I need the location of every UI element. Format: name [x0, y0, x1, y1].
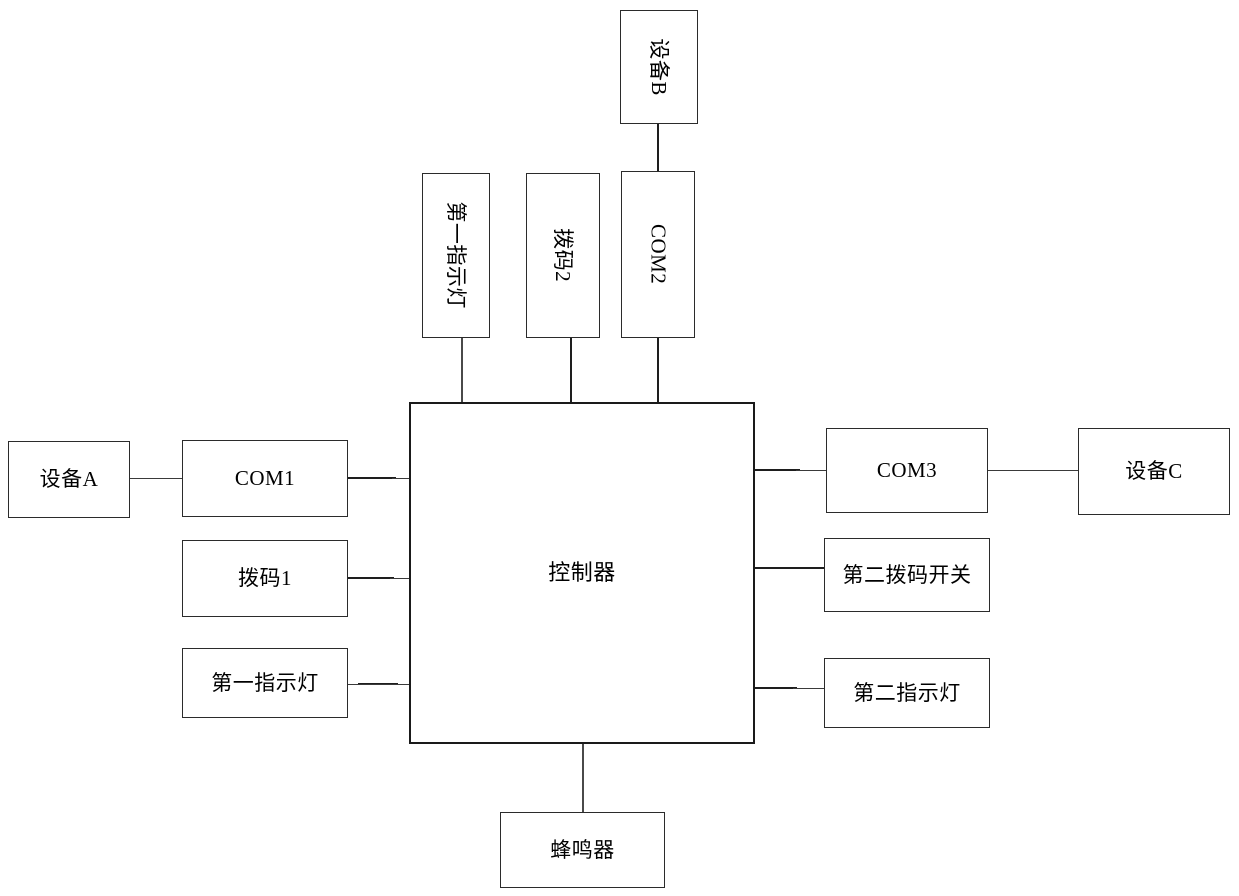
edge-controller-to-com3 — [755, 469, 800, 471]
node-device-b-label: 设备B — [647, 38, 672, 96]
node-dip-switch2[interactable]: 第二拨码开关 — [824, 538, 990, 612]
node-com2-label: COM2 — [646, 224, 671, 285]
edge-controller-to-indicator2 — [755, 687, 797, 689]
node-controller[interactable]: 控制器 — [409, 402, 755, 744]
edge-com1-to-controller — [348, 477, 396, 479]
node-dip1[interactable]: 拨码1 — [182, 540, 348, 617]
node-device-c-label: 设备C — [1125, 459, 1183, 484]
edge-dip1-to-controller — [348, 577, 394, 579]
node-dip-switch2-label: 第二拨码开关 — [842, 562, 972, 587]
node-indicator1-left-label: 第一指示灯 — [211, 670, 319, 695]
node-controller-label: 控制器 — [548, 560, 616, 586]
node-dip2[interactable]: 拨码2 — [526, 173, 600, 338]
edge-indicator1-top-to-controller — [461, 338, 463, 404]
node-com1-label: COM1 — [234, 466, 296, 491]
edge-controller-to-dip-switch2 — [755, 567, 825, 569]
node-buzzer[interactable]: 蜂鸣器 — [500, 812, 665, 888]
node-buzzer-label: 蜂鸣器 — [550, 837, 615, 862]
edge-indicator1-left-to-controller-tail — [348, 684, 412, 685]
node-indicator1-top[interactable]: 第一指示灯 — [422, 173, 490, 338]
edge-com2-to-controller — [657, 338, 659, 404]
node-com3[interactable]: COM3 — [826, 428, 988, 513]
node-indicator1-left[interactable]: 第一指示灯 — [182, 648, 348, 718]
diagram-canvas: 设备B 第一指示灯 拨码2 COM2 设备A COM1 拨码1 第一指示灯 控制… — [0, 0, 1239, 896]
node-com3-label: COM3 — [876, 458, 938, 483]
edge-controller-to-buzzer — [582, 744, 584, 813]
edge-controller-to-com3-tail — [796, 470, 827, 471]
edge-dip2-to-controller — [570, 338, 572, 404]
edge-device-a-to-com1 — [130, 478, 182, 479]
edge-com3-to-device-c — [988, 470, 1079, 471]
node-com1[interactable]: COM1 — [182, 440, 348, 517]
node-com2[interactable]: COM2 — [621, 171, 695, 338]
node-dip1-label: 拨码1 — [238, 566, 292, 591]
node-indicator1-top-label: 第一指示灯 — [444, 201, 469, 310]
edge-controller-to-indicator2-tail — [793, 688, 826, 689]
node-indicator2-label: 第二指示灯 — [853, 680, 961, 705]
edge-device-b-to-com2 — [657, 123, 659, 171]
node-device-c[interactable]: 设备C — [1078, 428, 1230, 515]
node-indicator2[interactable]: 第二指示灯 — [824, 658, 990, 728]
node-device-a[interactable]: 设备A — [8, 441, 130, 518]
node-device-b[interactable]: 设备B — [620, 10, 698, 124]
node-dip2-label: 拨码2 — [551, 228, 576, 283]
node-device-a-label: 设备A — [39, 467, 99, 492]
